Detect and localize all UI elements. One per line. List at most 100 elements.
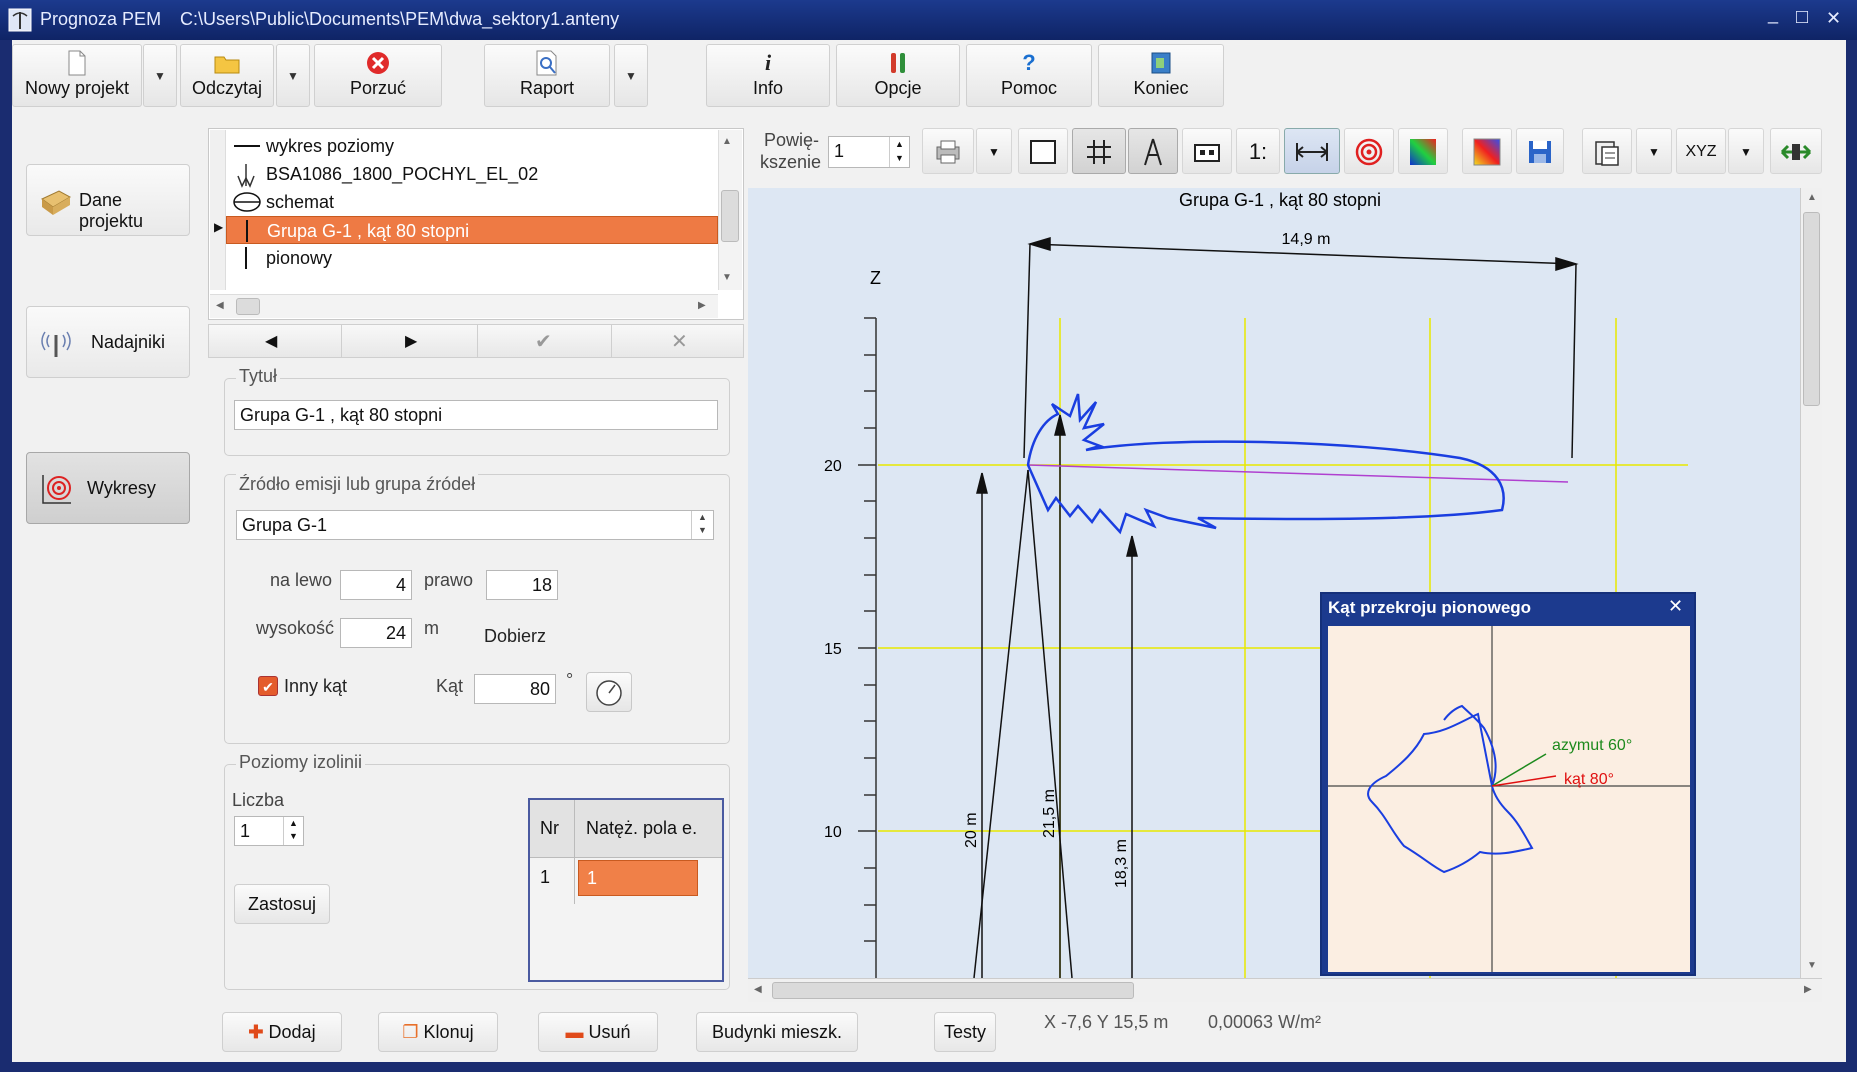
color-scale-button[interactable] xyxy=(1462,128,1512,174)
other-angle-checkbox[interactable]: ✔ xyxy=(258,676,278,696)
folder-icon xyxy=(214,56,240,74)
project-data-button[interactable]: Dane projektu xyxy=(26,164,190,236)
plot-horizontal-scrollbar[interactable]: ◀ ▶ xyxy=(748,978,1822,1002)
row-field-value[interactable]: 1 xyxy=(578,860,698,896)
chart-list-item[interactable]: pionowy xyxy=(210,244,718,272)
frame-button[interactable] xyxy=(1018,128,1068,174)
new-project-button[interactable]: Nowy projekt xyxy=(12,44,142,107)
azimuth-label: azymut 60° xyxy=(1552,737,1632,754)
isoline-toggle-button[interactable] xyxy=(1344,128,1394,174)
info-button[interactable]: i Info xyxy=(706,44,830,107)
report-button[interactable]: Raport xyxy=(484,44,610,107)
scale-button[interactable]: 1: xyxy=(1236,128,1280,174)
help-label: Pomoc xyxy=(1000,78,1058,98)
antenna-toggle-button[interactable] xyxy=(1128,128,1178,174)
exit-button[interactable]: Koniec xyxy=(1098,44,1224,107)
report-dropdown[interactable]: ▼ xyxy=(614,44,648,107)
list-scroll-thumb[interactable] xyxy=(721,190,739,242)
z-axis xyxy=(858,317,877,978)
tools-icon xyxy=(891,53,905,73)
count-value: 1 xyxy=(240,821,251,841)
clone-icon: ❐ xyxy=(402,1022,419,1042)
discard-button[interactable]: Porzuć xyxy=(314,44,442,107)
pan-arrows-icon xyxy=(1780,144,1812,160)
section-angle-window[interactable]: Kąt przekroju pionowego ✕ azymut 60° kąt… xyxy=(1320,592,1696,976)
new-document-icon xyxy=(68,50,86,76)
angle-picker-button[interactable] xyxy=(586,672,632,712)
buildings-button[interactable]: Budynki mieszk. xyxy=(696,1012,858,1052)
printer-icon xyxy=(936,140,960,164)
report-icon xyxy=(536,50,557,76)
cancel-edit-button[interactable]: ✕ xyxy=(671,329,688,354)
degree-sign: ° xyxy=(566,670,574,690)
count-input[interactable]: 1 ▲ ▼ xyxy=(234,816,304,846)
angle-input[interactable]: 80 xyxy=(474,674,556,704)
prev-button[interactable]: ◀ xyxy=(265,331,277,351)
plot-hscroll-thumb[interactable] xyxy=(772,982,1134,999)
chart-list-item[interactable]: wykres poziomy xyxy=(210,132,718,160)
right-input[interactable]: 18 xyxy=(486,570,558,600)
clone-button[interactable]: ❐ Klonuj xyxy=(378,1012,498,1052)
list-horizontal-scrollbar[interactable]: ◀ ▶ xyxy=(210,294,718,318)
color-map-button[interactable] xyxy=(1398,128,1448,174)
app-title: Prognoza PEM xyxy=(40,9,162,29)
list-hscroll-thumb[interactable] xyxy=(236,298,260,315)
title-input[interactable]: Grupa G-1 , kąt 80 stopni xyxy=(234,400,718,430)
adjust-button[interactable]: Dobierz xyxy=(484,626,546,647)
dimension-toggle-button[interactable] xyxy=(1284,128,1340,174)
close-window-button[interactable]: ✕ xyxy=(1826,8,1841,29)
height-input[interactable]: 24 xyxy=(340,618,412,648)
print-dropdown[interactable]: ▼ xyxy=(976,128,1012,174)
save-plot-button[interactable] xyxy=(1516,128,1564,174)
tests-button[interactable]: Testy xyxy=(934,1012,996,1052)
chart-list-item-label: Grupa G-1 , kąt 80 stopni xyxy=(267,221,470,241)
chart-list-item-label: BSA1086_1800_POCHYL_EL_02 xyxy=(266,164,539,184)
print-button[interactable] xyxy=(922,128,974,174)
pan-button[interactable] xyxy=(1770,128,1822,174)
add-button[interactable]: ✚ Dodaj xyxy=(222,1012,342,1052)
zoom-input[interactable]: 1 ▲ ▼ xyxy=(828,136,910,168)
plot-scroll-thumb[interactable] xyxy=(1803,212,1820,406)
building-toggle-button[interactable] xyxy=(1182,128,1232,174)
open-button[interactable]: Odczytaj xyxy=(180,44,274,107)
left-label: na lewo xyxy=(270,570,333,590)
vertical-line-icon xyxy=(232,244,262,272)
add-label: Dodaj xyxy=(268,1022,316,1042)
transmitters-button[interactable]: Nadajniki xyxy=(26,306,190,378)
help-button[interactable]: ? Pomoc xyxy=(966,44,1092,107)
chart-list-item[interactable]: BSA1086_1800_POCHYL_EL_02 xyxy=(210,160,718,188)
confirm-button[interactable]: ✔ xyxy=(535,329,552,354)
grid-icon xyxy=(1087,140,1111,164)
count-spinner[interactable]: ▲ ▼ xyxy=(283,817,303,845)
copy-plot-button[interactable] xyxy=(1582,128,1632,174)
chart-list-item[interactable]: schemat xyxy=(210,188,718,216)
plot-vertical-scrollbar[interactable]: ▲ ▼ xyxy=(1800,188,1822,978)
source-select[interactable]: Grupa G-1 ▲ ▼ xyxy=(236,510,714,540)
zoom-label-line1: Powię- xyxy=(764,130,820,150)
charts-button[interactable]: Wykresy xyxy=(26,452,190,524)
xyz-button[interactable]: XYZ xyxy=(1676,128,1726,174)
new-project-dropdown[interactable]: ▼ xyxy=(143,44,177,107)
target-rings-icon xyxy=(1355,138,1383,166)
list-vertical-scrollbar[interactable]: ▲ ▼ xyxy=(718,130,742,290)
dim-label-21-5: 21,5 m xyxy=(1041,789,1058,838)
maximize-button[interactable]: □ xyxy=(1796,6,1808,29)
remove-button[interactable]: ▬ Usuń xyxy=(538,1012,658,1052)
apply-button[interactable]: Zastosuj xyxy=(234,884,330,924)
grid-toggle-button[interactable] xyxy=(1072,128,1126,174)
next-button[interactable]: ▶ xyxy=(405,331,417,351)
options-button[interactable]: Opcje xyxy=(836,44,960,107)
xyz-dropdown[interactable]: ▼ xyxy=(1728,128,1764,174)
inset-close-button[interactable]: ✕ xyxy=(1668,596,1683,617)
source-select-arrow-icon[interactable]: ▲ ▼ xyxy=(691,511,713,539)
coordinates-readout: X -7,6 Y 15,5 m xyxy=(1044,1012,1169,1032)
chart-list-item[interactable]: Grupa G-1 , kąt 80 stopni xyxy=(226,216,718,244)
left-input[interactable]: 4 xyxy=(340,570,412,600)
copy-dropdown[interactable]: ▼ xyxy=(1636,128,1672,174)
radiation-pattern xyxy=(1026,393,1505,535)
zoom-spinner[interactable]: ▲ ▼ xyxy=(889,137,909,167)
horizontal-line-icon xyxy=(232,132,262,160)
minimize-button[interactable]: _ xyxy=(1768,4,1778,25)
open-dropdown[interactable]: ▼ xyxy=(276,44,310,107)
color-gradient-icon xyxy=(1410,139,1436,165)
